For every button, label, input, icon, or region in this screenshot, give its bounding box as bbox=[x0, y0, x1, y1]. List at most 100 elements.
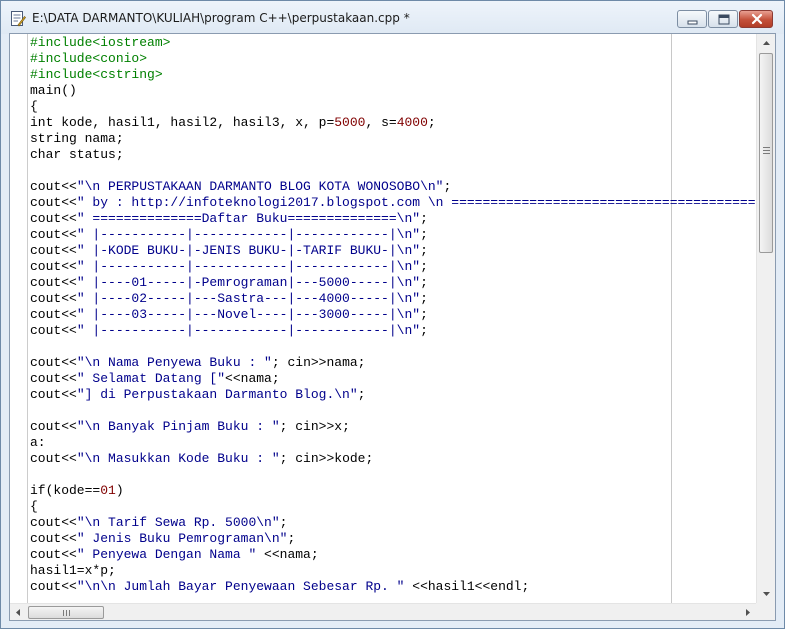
code-token: main() bbox=[30, 83, 77, 98]
code-token: int kode, hasil1, hasil2, hasil3, x, p= bbox=[30, 115, 335, 130]
code-token: " |-KODE BUKU-|-JENIS BUKU-|-TARIF BUKU-… bbox=[76, 243, 421, 258]
code-line[interactable]: cout<<" |----03-----|---Novel----|---300… bbox=[30, 307, 428, 323]
code-line[interactable]: cout<<"\n Nama Penyewa Buku : "; cin>>na… bbox=[30, 355, 365, 371]
window-title: E:\DATA DARMANTO\KULIAH\program C++\perp… bbox=[32, 11, 410, 25]
code-token: "\n\n Jumlah Bayar Penyewaan Sebesar Rp.… bbox=[76, 579, 405, 594]
code-token: " |----03-----|---Novel----|---3000-----… bbox=[76, 307, 421, 322]
code-token: "\n Nama Penyewa Buku : " bbox=[76, 355, 272, 370]
document-edit-icon bbox=[11, 11, 26, 27]
code-line[interactable]: cout<<"\n Masukkan Kode Buku : "; cin>>k… bbox=[30, 451, 373, 467]
code-token: ) bbox=[115, 483, 124, 498]
scroll-right-arrow-icon[interactable] bbox=[739, 604, 756, 621]
horizontal-scroll-thumb[interactable] bbox=[28, 606, 104, 619]
code-token: cout<< bbox=[30, 259, 77, 274]
code-line[interactable]: #include<conio> bbox=[30, 51, 147, 67]
code-token: ; bbox=[420, 259, 428, 274]
code-token: " |-----------|------------|------------… bbox=[76, 227, 421, 242]
code-token: { bbox=[30, 499, 38, 514]
vertical-scroll-thumb[interactable] bbox=[759, 53, 773, 253]
code-token: ; bbox=[420, 323, 428, 338]
code-token: cout<< bbox=[30, 515, 77, 530]
code-token: #include<iostream> bbox=[30, 35, 171, 50]
close-icon bbox=[751, 13, 763, 25]
minimize-button[interactable] bbox=[677, 10, 707, 28]
title-bar[interactable]: E:\DATA DARMANTO\KULIAH\program C++\perp… bbox=[1, 1, 784, 34]
code-line[interactable]: #include<iostream> bbox=[30, 35, 170, 51]
code-line[interactable]: cout<<" by : http://infoteknologi2017.bl… bbox=[30, 195, 756, 211]
code-line[interactable]: #include<cstring> bbox=[30, 67, 163, 83]
code-token: <<nama; bbox=[256, 547, 319, 562]
code-line[interactable]: cout<<" |----01-----|-Pemrograman|---500… bbox=[30, 275, 428, 291]
code-token: "\n PERPUSTAKAAN DARMANTO BLOG KOTA WONO… bbox=[76, 179, 444, 194]
code-line[interactable]: char status; bbox=[30, 147, 124, 163]
code-token: cout<< bbox=[30, 275, 77, 290]
code-line[interactable]: string nama; bbox=[30, 131, 124, 147]
code-line[interactable]: cout<<" Selamat Datang ["<<nama; bbox=[30, 371, 280, 387]
code-token: " |-----------|------------|------------… bbox=[76, 323, 421, 338]
code-token: ; cin>>nama; bbox=[271, 355, 366, 370]
code-token: , s= bbox=[365, 115, 397, 130]
scroll-down-arrow-icon[interactable] bbox=[757, 585, 776, 603]
code-token: " Penyewa Dengan Nama " bbox=[76, 547, 257, 562]
code-line[interactable]: a: bbox=[30, 435, 46, 451]
code-line[interactable]: cout<<"] di Perpustakaan Darmanto Blog.\… bbox=[30, 387, 365, 403]
code-token: " ==============Daftar Buku=============… bbox=[76, 211, 421, 226]
code-token: #include<cstring> bbox=[30, 67, 163, 82]
code-token: ; bbox=[420, 243, 428, 258]
code-token: ; bbox=[420, 211, 428, 226]
code-token: 4000 bbox=[396, 115, 428, 130]
minimize-icon bbox=[687, 20, 698, 25]
code-line[interactable]: cout<<"\n\n Jumlah Bayar Penyewaan Sebes… bbox=[30, 579, 529, 595]
code-token: "\n Masukkan Kode Buku : " bbox=[76, 451, 280, 466]
code-line[interactable]: int kode, hasil1, hasil2, hasil3, x, p=5… bbox=[30, 115, 436, 131]
code-token: string nama; bbox=[30, 131, 124, 146]
code-line[interactable]: cout<<"\n Tarif Sewa Rp. 5000\n"; bbox=[30, 515, 287, 531]
code-token: char status; bbox=[30, 147, 124, 162]
scrollbar-corner bbox=[756, 603, 775, 620]
code-token: cout<< bbox=[30, 387, 77, 402]
code-line[interactable]: cout<<"\n PERPUSTAKAAN DARMANTO BLOG KOT… bbox=[30, 179, 451, 195]
code-token: " Jenis Buku Pemrograman\n" bbox=[76, 531, 288, 546]
code-token: 5000 bbox=[334, 115, 366, 130]
code-token: cout<< bbox=[30, 579, 77, 594]
code-token: " |----01-----|-Pemrograman|---5000-----… bbox=[76, 275, 421, 290]
editor-area[interactable]: #include<iostream> #include<conio> #includ… bbox=[9, 33, 776, 621]
code-token: cout<< bbox=[30, 371, 77, 386]
code-line[interactable]: main() bbox=[30, 83, 77, 99]
code-token: <<nama; bbox=[225, 371, 280, 386]
code-token: ; cin>>x; bbox=[279, 419, 350, 434]
code-token: cout<< bbox=[30, 451, 77, 466]
code-token: "\n Banyak Pinjam Buku : " bbox=[76, 419, 280, 434]
code-token: { bbox=[30, 99, 38, 114]
code-line[interactable]: hasil1=x*p; bbox=[30, 563, 116, 579]
vertical-scrollbar[interactable] bbox=[756, 34, 775, 603]
code-token: ; bbox=[420, 275, 428, 290]
code-token: "] di Perpustakaan Darmanto Blog.\n" bbox=[76, 387, 358, 402]
code-token: " |-----------|------------|------------… bbox=[76, 259, 421, 274]
code-token: cout<< bbox=[30, 227, 77, 242]
scroll-left-arrow-icon[interactable] bbox=[10, 604, 27, 621]
code-line[interactable]: cout<<" |-----------|------------|------… bbox=[30, 227, 428, 243]
code-token: ; bbox=[279, 515, 288, 530]
code-line[interactable]: cout<<" |-----------|------------|------… bbox=[30, 259, 428, 275]
code-token: cout<< bbox=[30, 355, 77, 370]
code-line[interactable]: cout<<" Jenis Buku Pemrograman\n"; bbox=[30, 531, 295, 547]
scroll-up-arrow-icon[interactable] bbox=[757, 34, 776, 52]
code-line[interactable]: cout<<"\n Banyak Pinjam Buku : "; cin>>x… bbox=[30, 419, 350, 435]
code-text-area[interactable]: #include<iostream> #include<conio> #includ… bbox=[30, 34, 756, 603]
code-line[interactable]: cout<<" |-----------|------------|------… bbox=[30, 323, 428, 339]
code-line[interactable]: { bbox=[30, 99, 38, 115]
maximize-button[interactable] bbox=[708, 10, 738, 28]
code-line[interactable]: cout<<" |----02-----|---Sastra---|---400… bbox=[30, 291, 428, 307]
code-line[interactable]: cout<<" |-KODE BUKU-|-JENIS BUKU-|-TARIF… bbox=[30, 243, 428, 259]
code-token: cout<< bbox=[30, 307, 77, 322]
code-line[interactable]: cout<<" Penyewa Dengan Nama " <<nama; bbox=[30, 547, 319, 563]
code-token: " Selamat Datang [" bbox=[76, 371, 226, 386]
code-line[interactable]: if(kode==01) bbox=[30, 483, 124, 499]
code-line[interactable]: { bbox=[30, 499, 38, 515]
close-button[interactable] bbox=[739, 10, 773, 28]
code-token: #include<conio> bbox=[30, 51, 148, 66]
horizontal-scrollbar[interactable] bbox=[10, 603, 756, 620]
code-token: " by : http://infoteknologi2017.blogspot… bbox=[76, 195, 756, 210]
code-line[interactable]: cout<<" ==============Daftar Buku=======… bbox=[30, 211, 428, 227]
